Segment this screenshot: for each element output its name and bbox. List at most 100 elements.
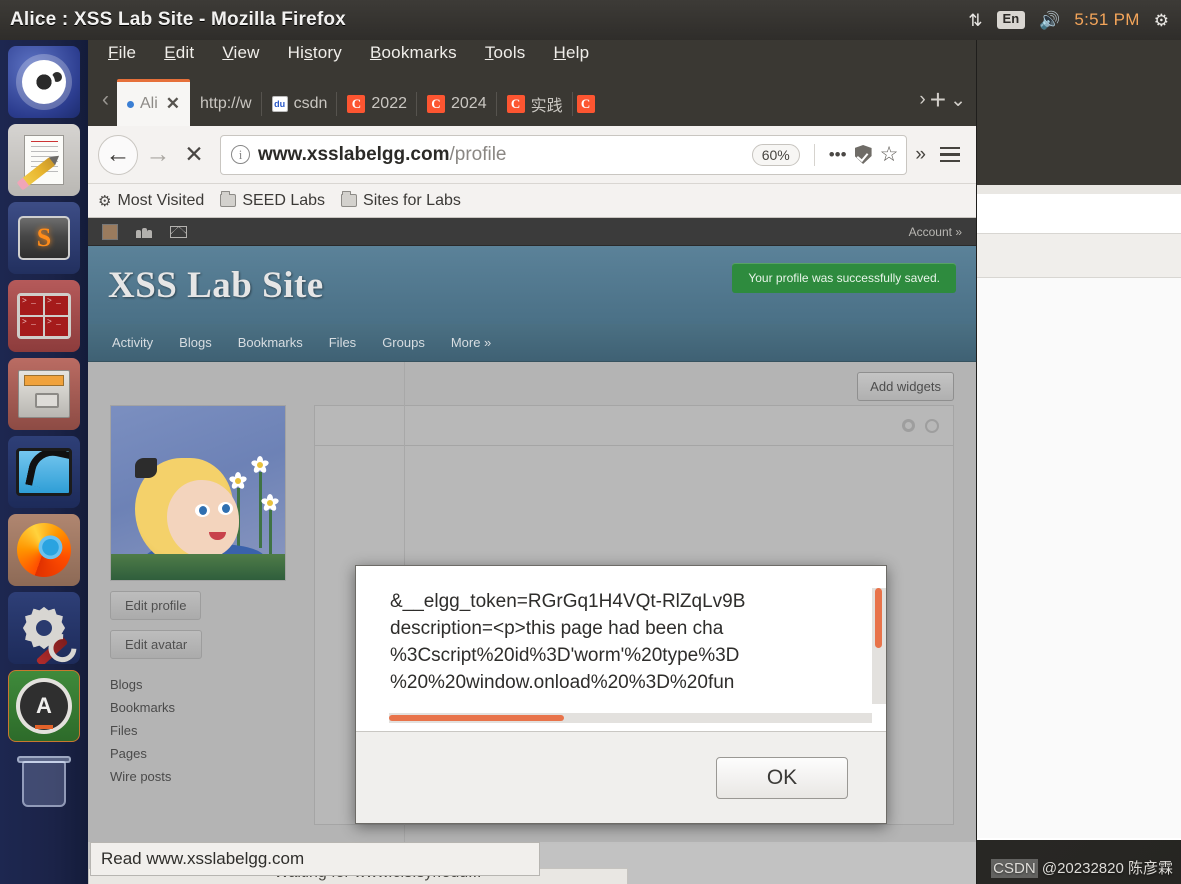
hamburger-icon[interactable] [934,146,966,163]
trash-icon [22,761,66,807]
network-up-down-icon[interactable]: ⇅ [968,12,982,29]
url-bar[interactable]: i www.xsslabelgg.com/profile 60% ••• ☆ [220,134,908,175]
tab-shijian[interactable]: C 实践 [497,82,573,126]
keyboard-layout-indicator[interactable]: En [996,11,1026,29]
profile-sidebar: Edit profile Edit avatar Blogs Bookmarks… [110,405,300,825]
dialog-horizontal-scrollbar[interactable] [389,713,872,723]
edit-avatar-button[interactable]: Edit avatar [110,630,203,659]
tab-partial[interactable]: C [573,82,599,126]
back-button[interactable]: ← [98,134,138,175]
nav-item-activity[interactable]: Activity [112,335,153,350]
tab-bar: ‹ Ali ✕ http://w du csdn C 2022 C 2024 C… [88,72,976,126]
launcher-item-terminal[interactable] [8,280,80,352]
menu-bookmarks[interactable]: Bookmarks [370,43,457,63]
file-cabinet-icon [18,370,70,418]
widget-settings-icon[interactable] [902,419,915,432]
nav-item-bookmarks[interactable]: Bookmarks [238,335,303,350]
window-title: Alice : XSS Lab Site - Mozilla Firefox [10,9,346,30]
mail-icon[interactable] [170,225,187,238]
sidebar-link-wire-posts[interactable]: Wire posts [110,765,300,788]
launcher-item-wireshark[interactable] [8,436,80,508]
page-actions-icon[interactable]: ••• [829,145,847,165]
folder-icon [341,191,358,207]
sidebar-link-bookmarks[interactable]: Bookmarks [110,696,300,719]
info-icon[interactable]: i [231,145,250,164]
profile-sidebar-links: Blogs Bookmarks Files Pages Wire posts [110,673,300,788]
widget-close-icon[interactable] [925,418,939,433]
tab-label: http://w [200,95,252,112]
ok-button[interactable]: OK [716,756,848,799]
launcher-item-ubuntu-dash[interactable] [8,46,80,118]
menu-file[interactable]: File [108,43,136,63]
edit-profile-button[interactable]: Edit profile [110,591,202,620]
avatar[interactable] [110,405,286,581]
url-text: www.xsslabelgg.com/profile [258,144,507,166]
background-window[interactable] [975,40,1181,840]
nav-item-files[interactable]: Files [329,335,356,350]
tab-csdn-baidu[interactable]: du csdn [262,82,338,126]
tab-2024[interactable]: C 2024 [417,82,497,126]
shield-icon[interactable] [854,145,872,164]
bookmark-most-visited[interactable]: ⚙ Most Visited [98,192,204,210]
nav-item-more[interactable]: More » [451,335,491,350]
avatar-thumbnail-icon[interactable] [102,223,118,240]
nav-item-blogs[interactable]: Blogs [179,335,212,350]
menu-tools[interactable]: Tools [485,43,526,63]
dialog-message-area: &__elgg_token=RGrGq1H4VQt-RlZqLv9B descr… [356,566,886,732]
tab-scroll-left-button[interactable]: ‹ [94,88,117,126]
tab-label: csdn [293,95,328,112]
menu-help[interactable]: Help [554,43,590,63]
sidebar-link-pages[interactable]: Pages [110,742,300,765]
bookmark-seed-labs[interactable]: SEED Labs [220,191,325,210]
csdn-favicon-icon: C [506,95,525,113]
list-all-tabs-button[interactable]: ⌄ [950,89,966,112]
tab-http[interactable]: http://w [190,82,262,126]
gear-icon[interactable]: ⚙ [1154,12,1169,29]
sidebar-link-files[interactable]: Files [110,719,300,742]
bookmark-sites-for-labs[interactable]: Sites for Labs [341,191,461,210]
nav-item-groups[interactable]: Groups [382,335,425,350]
url-path: /profile [449,143,507,165]
new-tab-button[interactable]: + [930,86,946,114]
menu-edit[interactable]: Edit [164,43,194,63]
site-title: XSS Lab Site [108,264,324,306]
volume-icon[interactable]: 🔊 [1039,12,1060,29]
launcher-item-trash[interactable] [8,748,80,820]
dialog-line-4: %20%20window.onload%20%3D%20fun [390,672,735,693]
ubuntu-logo-icon [22,60,66,104]
overflow-menu-button[interactable]: » [911,144,930,166]
folder-icon [220,191,237,207]
clock[interactable]: 5:51 PM [1074,10,1139,30]
tab-2022[interactable]: C 2022 [337,82,417,126]
zoom-level-indicator[interactable]: 60% [751,143,800,166]
menu-history[interactable]: History [288,43,342,63]
sublime-text-icon: S [18,216,70,260]
alice-avatar-image [111,406,285,580]
navigation-toolbar: ← → ✕ i www.xsslabelgg.com/profile 60% •… [88,126,976,184]
launcher-item-sublime-text[interactable]: S [8,202,80,274]
launcher-item-software-updater[interactable] [8,670,80,742]
stop-button[interactable]: ✕ [178,141,210,168]
menu-view[interactable]: View [222,43,259,63]
launcher-item-firefox[interactable] [8,514,80,586]
tab-loading-dot-icon [127,100,134,108]
tab-scroll-right-button[interactable]: › [919,89,925,111]
panel-indicators: ⇅ En 🔊 5:51 PM ⚙ [968,10,1181,30]
launcher-item-files[interactable] [8,358,80,430]
launcher-item-text-editor[interactable] [8,124,80,196]
elgg-topbar: Account » [88,218,976,246]
sidebar-link-blogs[interactable]: Blogs [110,673,300,696]
friends-icon[interactable] [136,225,152,238]
launcher-item-settings[interactable] [8,592,80,664]
add-widgets-button[interactable]: Add widgets [857,372,954,401]
tab-close-icon[interactable]: ✕ [166,94,180,114]
firefox-icon [17,523,71,577]
account-menu[interactable]: Account » [909,225,962,239]
tab-alice[interactable]: Ali ✕ [117,79,191,126]
background-window-row-2 [976,234,1181,278]
bookmark-star-icon[interactable]: ☆ [880,142,899,167]
dialog-vertical-scrollbar[interactable] [872,588,886,704]
forward-button[interactable]: → [142,140,174,169]
javascript-alert-dialog: &__elgg_token=RGrGq1H4VQt-RlZqLv9B descr… [355,565,887,824]
firefox-window: File Edit View History Bookmarks Tools H… [88,34,976,884]
